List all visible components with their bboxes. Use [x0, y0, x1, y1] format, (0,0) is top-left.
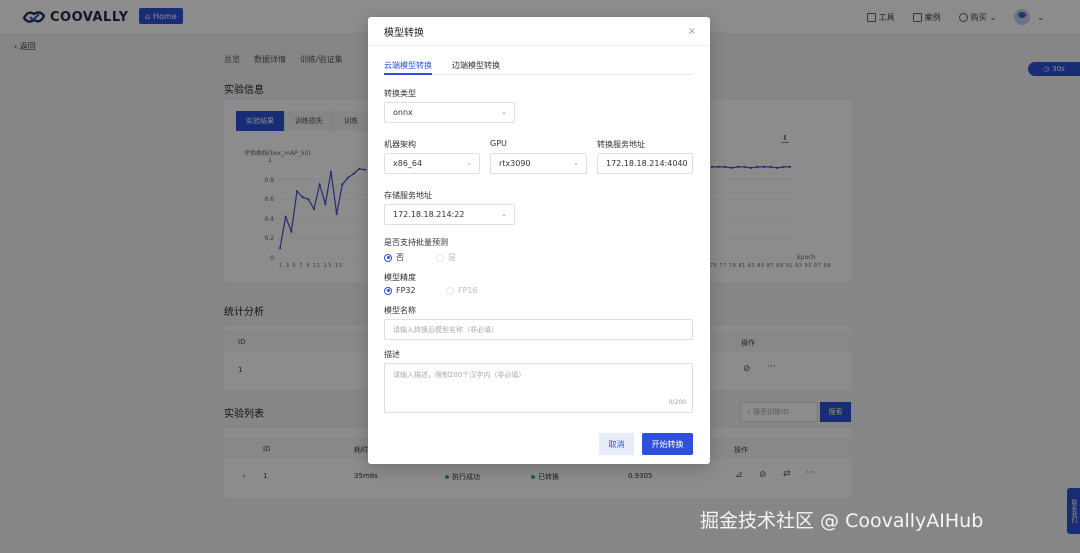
tab-cloud-convert[interactable]: 云端模型转换 [384, 57, 432, 75]
gpu-select[interactable]: rtx3090 ⌄ [490, 153, 587, 174]
chevron-down-icon: ⌄ [679, 159, 685, 167]
service-address-label: 转换服务地址 [597, 140, 645, 149]
batch-no-radio[interactable]: 否 [384, 252, 404, 263]
char-counter: 0/200 [668, 399, 686, 406]
convert-type-select[interactable]: onnx ⌄ [384, 102, 515, 123]
model-name-input[interactable]: 请输入转换后模型名称（非必填） [384, 319, 693, 340]
description-label: 描述 [384, 350, 400, 359]
precision-fp32-radio[interactable]: FP32 [384, 286, 416, 295]
batch-predict-label: 是否支持批量预测 [384, 238, 448, 247]
chevron-down-icon: ⌄ [501, 210, 507, 218]
description-textarea[interactable]: 请输入描述，限制200个汉字内（非必填） 0/200 [384, 363, 693, 413]
cancel-button[interactable]: 取消 [599, 433, 634, 455]
chevron-down-icon: ⌄ [573, 159, 579, 167]
modal-title: 模型转换 [384, 27, 424, 39]
arch-label: 机器架构 [384, 140, 416, 149]
modal-tabs: 云端模型转换 边端模型转换 [384, 57, 692, 75]
model-convert-modal: 模型转换 × 云端模型转换 边端模型转换 转换类型 onnx ⌄ 机器架构 x8… [368, 17, 710, 464]
arch-select[interactable]: x86_64 ⌄ [384, 153, 480, 174]
tab-edge-convert[interactable]: 边端模型转换 [452, 57, 500, 75]
close-icon[interactable]: × [688, 26, 696, 37]
model-name-label: 模型名称 [384, 306, 416, 315]
chevron-down-icon: ⌄ [466, 159, 472, 167]
batch-yes-radio[interactable]: 是 [436, 252, 456, 263]
chevron-down-icon: ⌄ [501, 108, 507, 116]
gpu-label: GPU [490, 139, 507, 148]
service-address-select[interactable]: 172.18.18.214:4040 ⌄ [597, 153, 693, 174]
convert-type-label: 转换类型 [384, 89, 416, 98]
start-convert-button[interactable]: 开始转换 [642, 433, 693, 455]
storage-address-label: 存储服务地址 [384, 191, 432, 200]
precision-label: 模型精度 [384, 273, 416, 282]
watermark-text: 掘金技术社区 @ CoovallyAIHub [700, 510, 984, 532]
storage-address-select[interactable]: 172.18.18.214:22 ⌄ [384, 204, 515, 225]
precision-fp16-radio[interactable]: FP16 [446, 286, 478, 295]
